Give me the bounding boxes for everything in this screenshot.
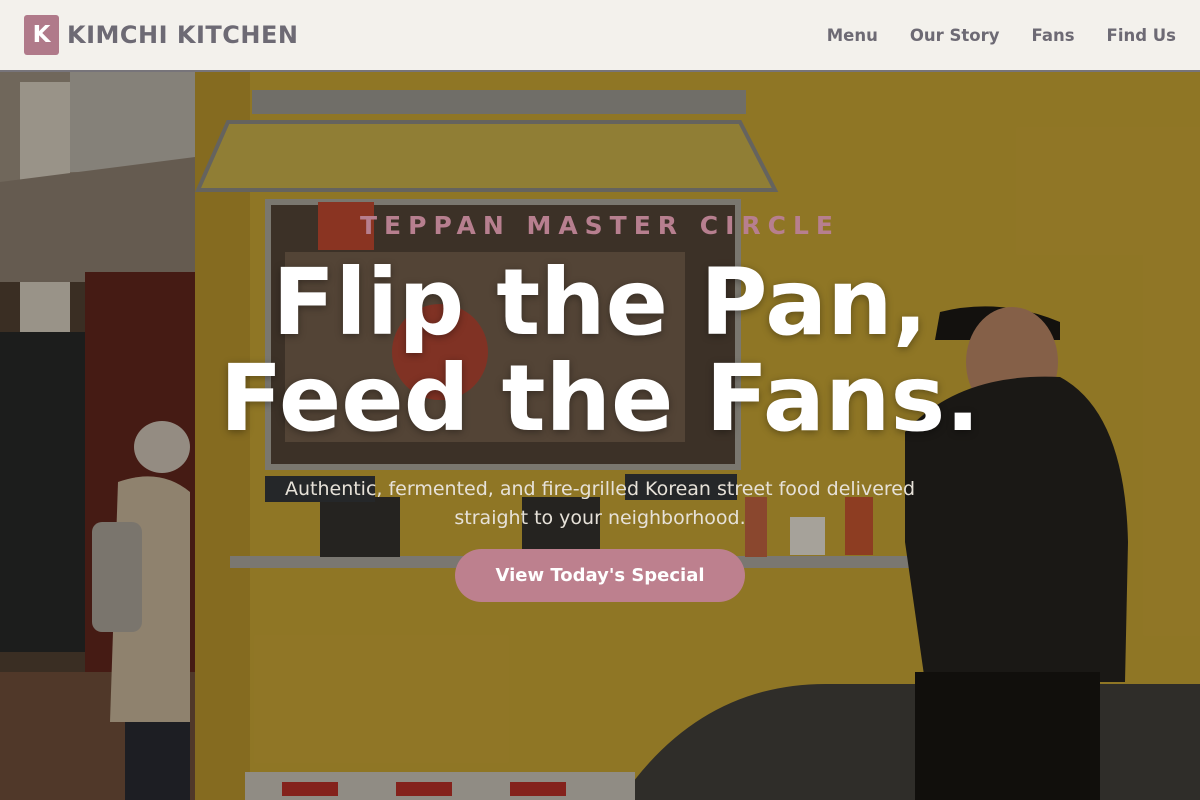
brand[interactable]: K KIMCHI KITCHEN — [24, 15, 298, 55]
hero-headline: Flip the Pan, Feed the Fans. — [0, 255, 1200, 447]
nav-link-menu[interactable]: Menu — [827, 26, 878, 45]
brand-name: KIMCHI KITCHEN — [67, 21, 299, 49]
nav-link-our-story[interactable]: Our Story — [910, 26, 1000, 45]
logo-icon: K — [24, 15, 59, 55]
hero-section: TEPPAN MASTER CIRCLE Flip the Pan, Feed … — [0, 72, 1200, 800]
headline-line-2: Feed the Fans. — [219, 345, 981, 452]
logo-letter: K — [32, 22, 51, 48]
nav-link-find-us[interactable]: Find Us — [1107, 26, 1176, 45]
view-todays-special-button[interactable]: View Today's Special — [455, 549, 745, 602]
nav-link-fans[interactable]: Fans — [1032, 26, 1075, 45]
top-navbar: K KIMCHI KITCHEN Menu Our Story Fans Fin… — [0, 0, 1200, 72]
hero-subtext: Authentic, fermented, and fire-grilled K… — [284, 478, 916, 529]
nav-links: Menu Our Story Fans Find Us — [795, 26, 1176, 45]
headline-line-1: Flip the Pan, — [272, 249, 928, 356]
hero-eyebrow: TEPPAN MASTER CIRCLE — [359, 211, 841, 240]
